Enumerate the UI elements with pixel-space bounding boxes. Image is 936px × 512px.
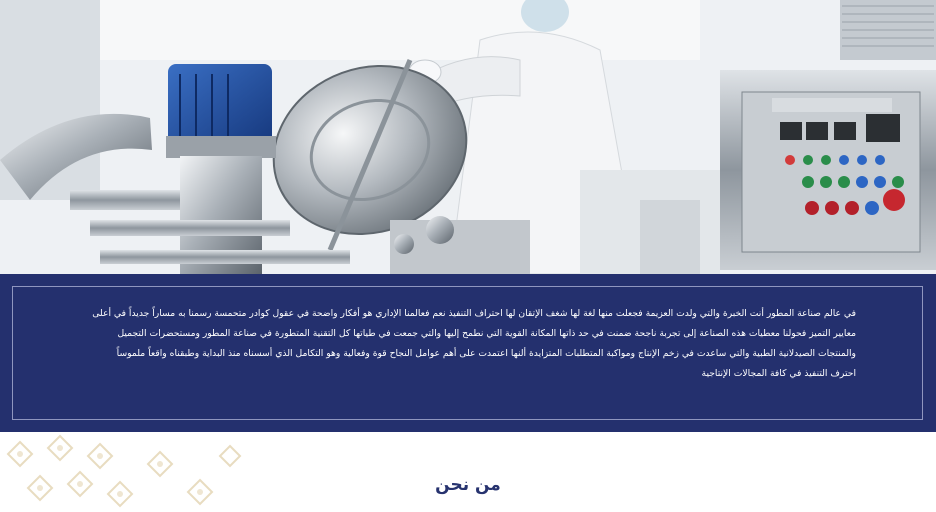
section-title: من نحن	[435, 475, 501, 495]
intro-line: في عالم صناعة المطور أنت الخبرة والتي ول…	[92, 308, 856, 319]
intro-line: معايير التميز فحولنا معطيات هذه الصناعة …	[117, 328, 856, 339]
intro-line: والمنتجات الصيدلانية الطبية والتي ساعدت …	[116, 348, 856, 359]
intro-panel: في عالم صناعة المطور أنت الخبرة والتي ول…	[0, 274, 936, 432]
intro-text: في عالم صناعة المطور أنت الخبرة والتي ول…	[36, 304, 856, 384]
production-line-photo	[0, 0, 936, 274]
about-section: من نحن	[0, 432, 936, 512]
hero-image	[0, 0, 936, 274]
decorative-pattern	[6, 434, 242, 508]
intro-line: احترف التنفيذ في كافة المجالات الإنتاجية	[701, 368, 856, 379]
